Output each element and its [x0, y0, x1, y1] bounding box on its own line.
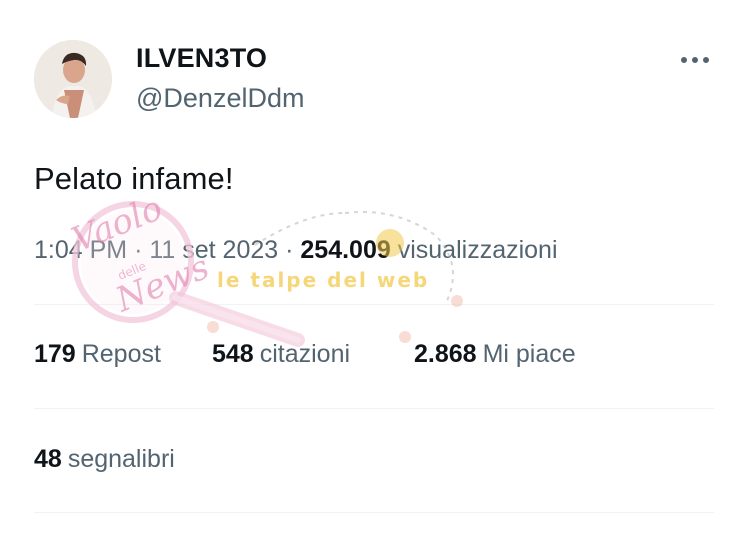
- more-options-button[interactable]: [677, 47, 713, 73]
- tweet-text: Pelato infame!: [34, 161, 234, 196]
- profile-photo: [34, 40, 112, 118]
- tweet-meta: 1:04 PM · 11 set 2023 · 254.009 visualiz…: [34, 236, 558, 265]
- user-handle[interactable]: @DenzelDdm: [136, 83, 304, 114]
- bookmarks-stat[interactable]: 48 segnalibri: [34, 445, 175, 474]
- likes-stat[interactable]: 2.868 Mi piace: [414, 340, 576, 369]
- reposts-stat[interactable]: 179 Repost: [34, 340, 161, 369]
- reposts-count: 179: [34, 340, 76, 368]
- likes-label: Mi piace: [482, 340, 576, 368]
- views-label[interactable]: visualizzazioni: [398, 236, 558, 264]
- divider: [34, 408, 714, 409]
- quotes-stat[interactable]: 548 citazioni: [212, 340, 350, 369]
- tweet-date[interactable]: 11 set 2023: [149, 236, 278, 264]
- more-horizontal-icon: [681, 57, 709, 63]
- divider: [34, 512, 714, 513]
- display-name[interactable]: ILVEN3TO: [136, 43, 267, 74]
- tweet-time[interactable]: 1:04 PM: [34, 236, 127, 264]
- quotes-label: citazioni: [259, 340, 351, 368]
- bookmarks-label: segnalibri: [67, 445, 175, 473]
- likes-count: 2.868: [414, 340, 477, 368]
- watermark-magnifier-logo: Vaolo delle News: [66, 200, 305, 347]
- bookmarks-count: 48: [34, 445, 62, 473]
- watermark-talpe-logo: le talpe del web: [207, 210, 463, 343]
- quotes-count: 548: [212, 340, 254, 368]
- meta-separator: ·: [285, 236, 294, 264]
- reposts-label: Repost: [81, 340, 161, 368]
- avatar[interactable]: [34, 40, 112, 118]
- watermark-right-text: le talpe del web: [217, 268, 429, 292]
- meta-separator: ·: [134, 236, 143, 264]
- divider: [34, 304, 714, 305]
- views-count[interactable]: 254.009: [300, 236, 390, 264]
